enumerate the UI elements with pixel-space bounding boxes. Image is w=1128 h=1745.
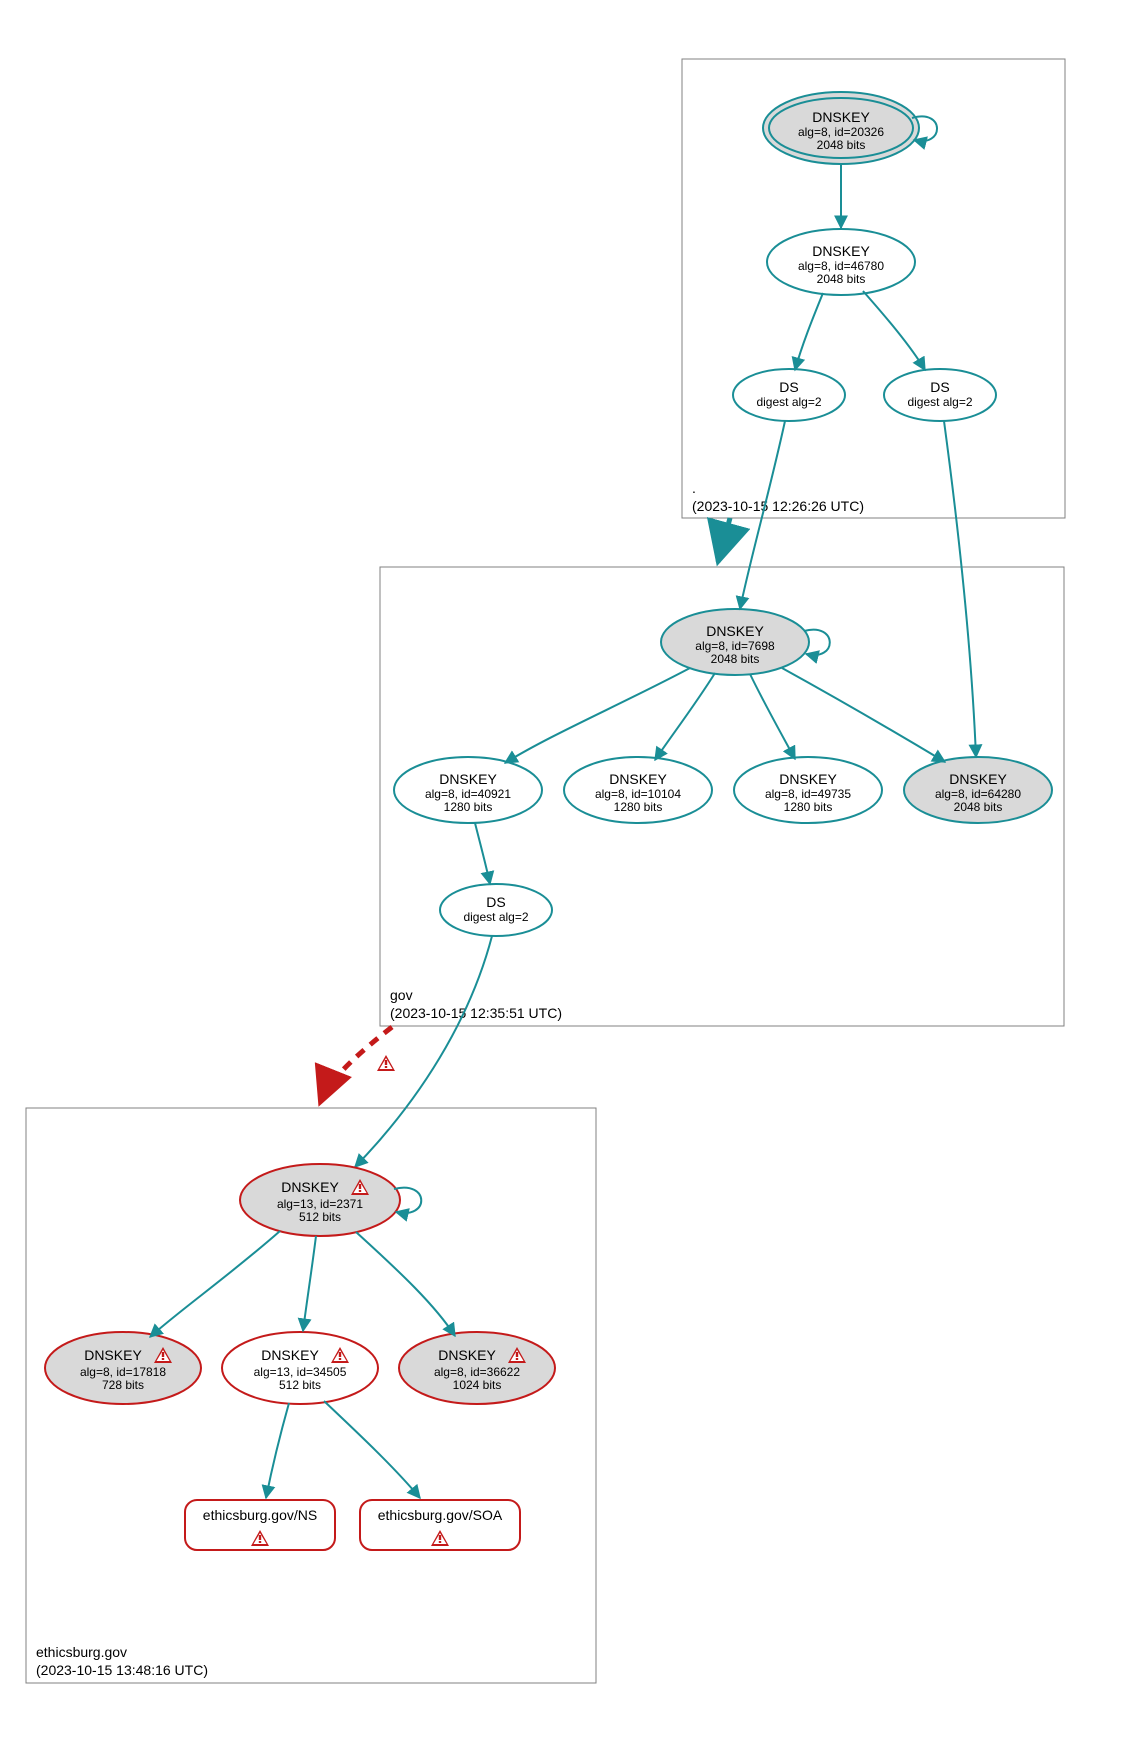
node-eb-ksk[interactable]: DNSKEY alg=13, id=2371 512 bits <box>240 1164 400 1236</box>
edge-eb-k2-ns <box>266 1403 289 1498</box>
edge-zone-root-to-gov <box>718 518 730 562</box>
node-eb-soa[interactable]: ethicsburg.gov/SOA <box>360 1500 520 1550</box>
svg-text:728 bits: 728 bits <box>102 1378 144 1392</box>
edge-gov-ksk-k2 <box>655 673 715 760</box>
svg-text:alg=8, id=10104: alg=8, id=10104 <box>595 787 681 801</box>
zone-label-ethicsburg-ts: (2023-10-15 13:48:16 UTC) <box>36 1662 208 1678</box>
svg-text:DNSKEY: DNSKEY <box>812 109 870 125</box>
edge-root-zsk-ds2 <box>863 291 925 370</box>
node-root-ds2[interactable]: DS digest alg=2 <box>884 369 996 421</box>
node-eb-ns[interactable]: ethicsburg.gov/NS <box>185 1500 335 1550</box>
svg-text:alg=8, id=64280: alg=8, id=64280 <box>935 787 1021 801</box>
svg-text:DNSKEY: DNSKEY <box>439 771 497 787</box>
svg-text:2048 bits: 2048 bits <box>817 272 866 286</box>
svg-text:512 bits: 512 bits <box>299 1210 341 1224</box>
node-eb-k1[interactable]: DNSKEY alg=8, id=17818 728 bits <box>45 1332 201 1404</box>
svg-text:ethicsburg.gov/NS: ethicsburg.gov/NS <box>203 1507 317 1523</box>
svg-text:1280 bits: 1280 bits <box>444 800 493 814</box>
svg-text:2048 bits: 2048 bits <box>954 800 1003 814</box>
svg-text:ethicsburg.gov/SOA: ethicsburg.gov/SOA <box>378 1507 503 1523</box>
svg-text:digest alg=2: digest alg=2 <box>463 910 528 924</box>
zone-label-gov-name: gov <box>390 987 413 1003</box>
node-gov-k1[interactable]: DNSKEY alg=8, id=40921 1280 bits <box>394 757 542 823</box>
svg-text:alg=13, id=34505: alg=13, id=34505 <box>254 1365 347 1379</box>
edge-eb-ksk-k2 <box>303 1236 316 1331</box>
node-root-ds1[interactable]: DS digest alg=2 <box>733 369 845 421</box>
edge-eb-ksk-k1 <box>150 1231 280 1337</box>
svg-text:DNSKEY: DNSKEY <box>438 1347 496 1363</box>
node-root-ksk[interactable]: DNSKEY alg=8, id=20326 2048 bits <box>763 92 919 164</box>
edge-root-ds1-gov-ksk <box>740 421 785 609</box>
node-root-zsk[interactable]: DNSKEY alg=8, id=46780 2048 bits <box>767 229 915 295</box>
zone-label-root-name: . <box>692 480 696 496</box>
svg-text:alg=8, id=40921: alg=8, id=40921 <box>425 787 511 801</box>
svg-text:alg=8, id=7698: alg=8, id=7698 <box>695 639 775 653</box>
svg-text:DS: DS <box>779 379 798 395</box>
svg-text:alg=8, id=49735: alg=8, id=49735 <box>765 787 851 801</box>
edge-gov-ds-eb-ksk <box>355 936 492 1167</box>
node-gov-k2[interactable]: DNSKEY alg=8, id=10104 1280 bits <box>564 757 712 823</box>
svg-text:digest alg=2: digest alg=2 <box>907 395 972 409</box>
svg-text:1280 bits: 1280 bits <box>784 800 833 814</box>
edge-eb-k2-soa <box>324 1401 420 1498</box>
warning-icon <box>377 1055 395 1071</box>
svg-text:alg=13, id=2371: alg=13, id=2371 <box>277 1197 363 1211</box>
node-gov-k3[interactable]: DNSKEY alg=8, id=49735 1280 bits <box>734 757 882 823</box>
node-eb-k2[interactable]: DNSKEY alg=13, id=34505 512 bits <box>222 1332 378 1404</box>
svg-text:DNSKEY: DNSKEY <box>261 1347 319 1363</box>
edge-root-ds2-gov-k4 <box>944 421 976 757</box>
node-gov-k4[interactable]: DNSKEY alg=8, id=64280 2048 bits <box>904 757 1052 823</box>
svg-text:DNSKEY: DNSKEY <box>706 623 764 639</box>
svg-text:alg=8, id=20326: alg=8, id=20326 <box>798 125 884 139</box>
svg-text:DNSKEY: DNSKEY <box>812 243 870 259</box>
svg-text:alg=8, id=17818: alg=8, id=17818 <box>80 1365 166 1379</box>
svg-text:alg=8, id=36622: alg=8, id=36622 <box>434 1365 520 1379</box>
zone-label-ethicsburg-name: ethicsburg.gov <box>36 1644 127 1660</box>
svg-text:1280 bits: 1280 bits <box>614 800 663 814</box>
edge-gov-ksk-k3 <box>750 674 795 759</box>
svg-text:2048 bits: 2048 bits <box>817 138 866 152</box>
svg-text:DNSKEY: DNSKEY <box>281 1179 339 1195</box>
svg-text:2048 bits: 2048 bits <box>711 652 760 666</box>
node-gov-ksk[interactable]: DNSKEY alg=8, id=7698 2048 bits <box>661 609 809 675</box>
svg-text:DNSKEY: DNSKEY <box>84 1347 142 1363</box>
svg-text:DNSKEY: DNSKEY <box>779 771 837 787</box>
svg-text:digest alg=2: digest alg=2 <box>756 395 821 409</box>
svg-text:512 bits: 512 bits <box>279 1378 321 1392</box>
svg-text:DNSKEY: DNSKEY <box>609 771 667 787</box>
zone-label-root-ts: (2023-10-15 12:26:26 UTC) <box>692 498 864 514</box>
zone-label-gov-ts: (2023-10-15 12:35:51 UTC) <box>390 1005 562 1021</box>
svg-text:DS: DS <box>486 894 505 910</box>
svg-text:DS: DS <box>930 379 949 395</box>
edge-gov-ksk-k4 <box>782 668 945 762</box>
dnssec-diagram: . (2023-10-15 12:26:26 UTC) gov (2023-10… <box>0 0 1128 1745</box>
node-gov-ds[interactable]: DS digest alg=2 <box>440 884 552 936</box>
svg-text:DNSKEY: DNSKEY <box>949 771 1007 787</box>
edge-eb-ksk-k3 <box>356 1232 455 1336</box>
svg-text:alg=8, id=46780: alg=8, id=46780 <box>798 259 884 273</box>
svg-text:1024 bits: 1024 bits <box>453 1378 502 1392</box>
edge-gov-k1-ds <box>475 823 490 884</box>
node-eb-k3[interactable]: DNSKEY alg=8, id=36622 1024 bits <box>399 1332 555 1404</box>
edge-root-zsk-ds1 <box>795 293 823 370</box>
